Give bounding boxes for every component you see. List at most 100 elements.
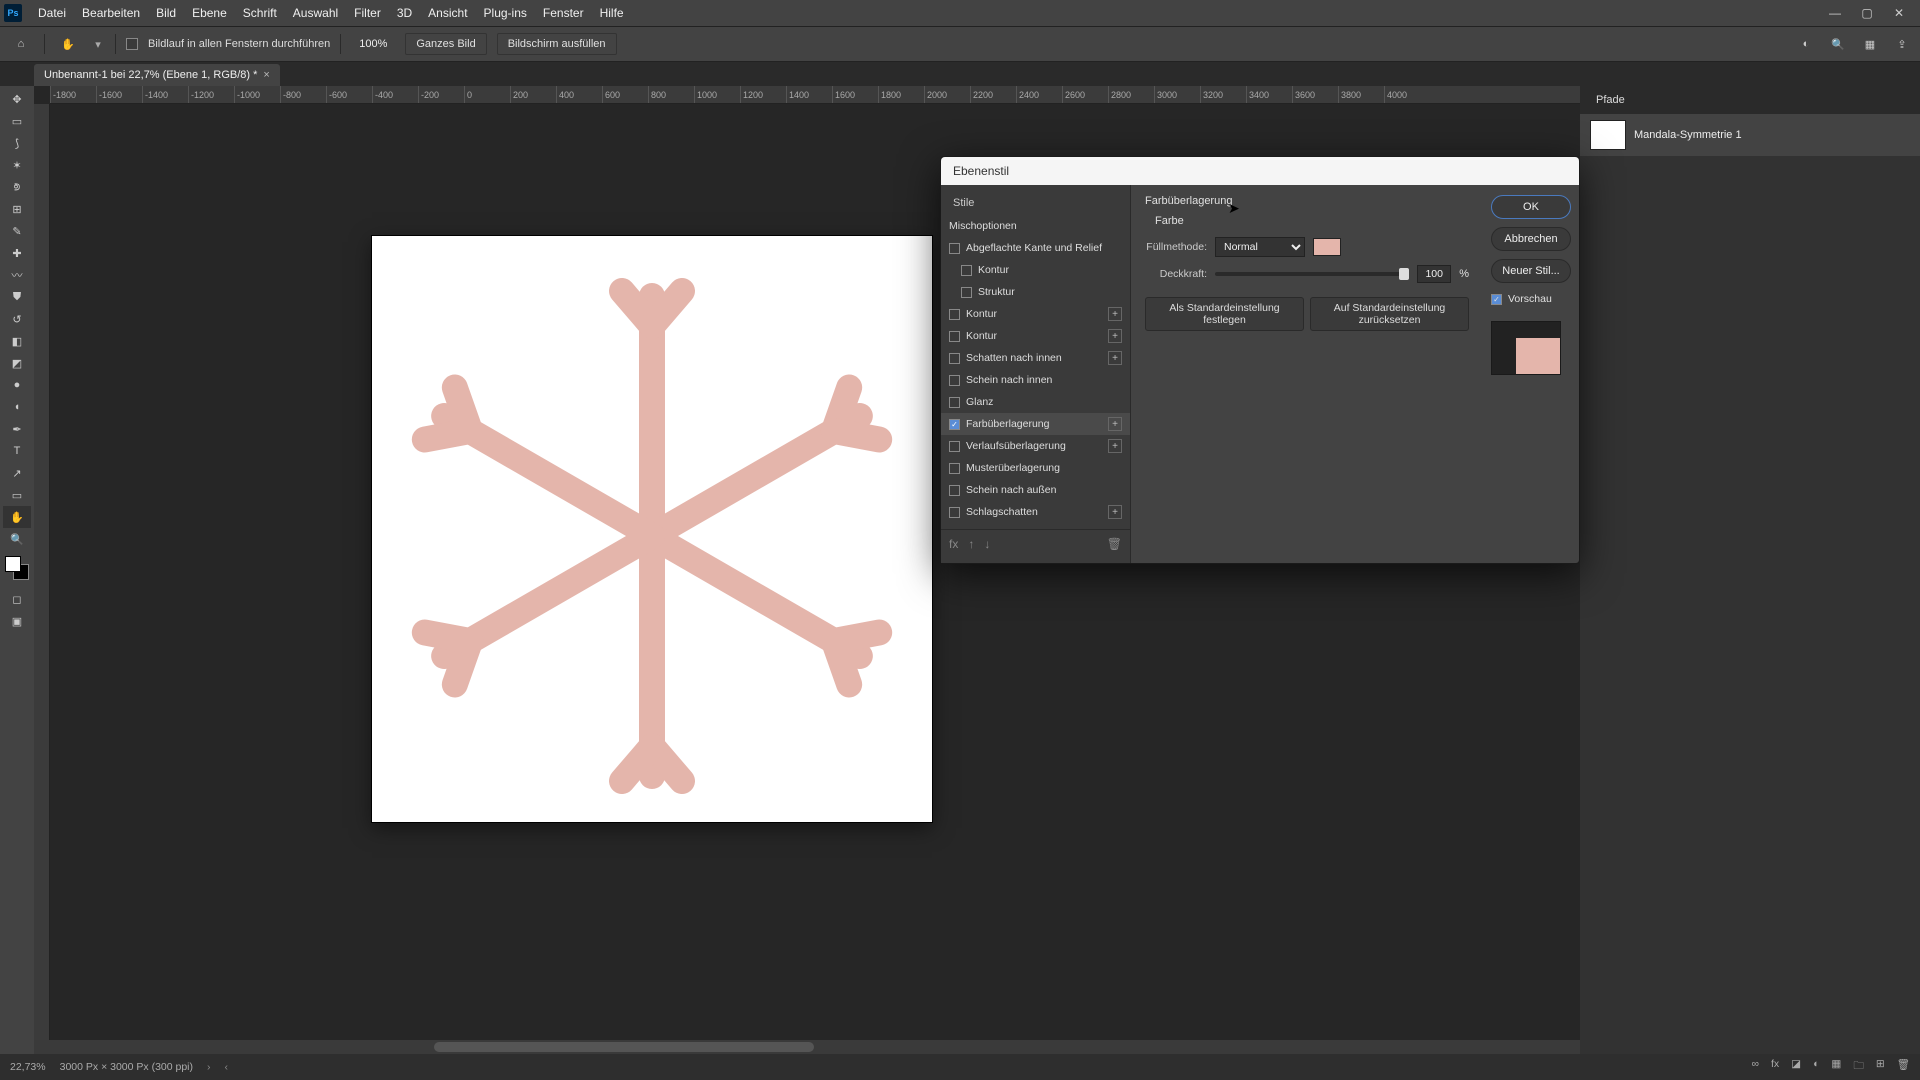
paths-panel-tab[interactable]: Pfade: [1580, 86, 1920, 114]
type-tool-icon[interactable]: T: [3, 440, 31, 462]
add-effect-icon[interactable]: +: [1108, 351, 1122, 365]
effect-row[interactable]: Abgeflachte Kante und Relief: [941, 237, 1130, 259]
menu-item[interactable]: Auswahl: [285, 2, 346, 24]
menu-item[interactable]: Plug-ins: [476, 2, 535, 24]
effect-checkbox[interactable]: [961, 265, 972, 276]
dodge-tool-icon[interactable]: ◖: [3, 396, 31, 418]
minimize-icon[interactable]: —: [1828, 6, 1842, 20]
stamp-tool-icon[interactable]: ⛊: [3, 286, 31, 308]
fit-screen-button[interactable]: Ganzes Bild: [405, 33, 486, 55]
up-icon[interactable]: ↑: [968, 537, 974, 551]
effect-row[interactable]: Struktur: [941, 281, 1130, 303]
screenmode-icon[interactable]: ▣: [3, 610, 31, 632]
add-effect-icon[interactable]: +: [1108, 329, 1122, 343]
close-icon[interactable]: ✕: [1892, 6, 1906, 20]
effect-row[interactable]: ✓Farbüberlagerung+: [941, 413, 1130, 435]
zoom-tool-icon[interactable]: 🔍: [3, 528, 31, 550]
path-item[interactable]: Mandala-Symmetrie 1: [1580, 114, 1920, 156]
zoom-100-button[interactable]: 100%: [351, 36, 395, 52]
status-icon[interactable]: ∞: [1751, 1058, 1759, 1076]
hand-tool-icon[interactable]: ✋: [55, 31, 81, 57]
status-icon[interactable]: 🗑: [1897, 1058, 1910, 1076]
opacity-input[interactable]: [1417, 265, 1451, 283]
heal-tool-icon[interactable]: ✚: [3, 242, 31, 264]
maximize-icon[interactable]: ▢: [1860, 6, 1874, 20]
add-effect-icon[interactable]: +: [1108, 417, 1122, 431]
effect-row[interactable]: Kontur+: [941, 303, 1130, 325]
tool-preset-dropdown-icon[interactable]: ▾: [91, 31, 105, 57]
effect-row[interactable]: Kontur+: [941, 325, 1130, 347]
effect-checkbox[interactable]: [949, 507, 960, 518]
status-icon[interactable]: ◐: [1813, 1058, 1819, 1076]
document-tab[interactable]: Unbenannt-1 bei 22,7% (Ebene 1, RGB/8) *…: [34, 64, 280, 86]
opacity-slider[interactable]: [1215, 272, 1409, 276]
crop-tool-icon[interactable]: ⟄: [3, 176, 31, 198]
ok-button[interactable]: OK: [1491, 195, 1571, 219]
history-brush-tool-icon[interactable]: ↺: [3, 308, 31, 330]
effect-row[interactable]: Schein nach außen: [941, 479, 1130, 501]
preview-checkbox[interactable]: ✓: [1491, 294, 1502, 305]
effect-row[interactable]: Verlaufsüberlagerung+: [941, 435, 1130, 457]
effect-row[interactable]: Kontur: [941, 259, 1130, 281]
effect-checkbox[interactable]: [961, 287, 972, 298]
status-icon[interactable]: ⊞: [1876, 1058, 1885, 1076]
menu-item[interactable]: Bearbeiten: [74, 2, 148, 24]
trash-icon[interactable]: 🗑: [1107, 537, 1122, 551]
effect-checkbox[interactable]: [949, 243, 960, 254]
share-icon[interactable]: ⇪: [1892, 34, 1912, 54]
menu-item[interactable]: Fenster: [535, 2, 592, 24]
add-effect-icon[interactable]: +: [1108, 505, 1122, 519]
add-effect-icon[interactable]: +: [1108, 439, 1122, 453]
fill-screen-button[interactable]: Bildschirm ausfüllen: [497, 33, 617, 55]
make-default-button[interactable]: Als Standardeinstellung festlegen: [1145, 297, 1304, 331]
effect-checkbox[interactable]: [949, 331, 960, 342]
home-icon[interactable]: ⌂: [8, 31, 34, 57]
wand-tool-icon[interactable]: ✶: [3, 154, 31, 176]
effect-checkbox[interactable]: [949, 485, 960, 496]
eyedropper-tool-icon[interactable]: ✎: [3, 220, 31, 242]
search-icon[interactable]: 🔍: [1828, 34, 1848, 54]
menu-item[interactable]: Filter: [346, 2, 389, 24]
cancel-button[interactable]: Abbrechen: [1491, 227, 1571, 251]
document-canvas[interactable]: [372, 236, 932, 822]
menu-item[interactable]: 3D: [389, 2, 420, 24]
menu-item[interactable]: Hilfe: [592, 2, 632, 24]
status-icon[interactable]: ◪: [1791, 1058, 1801, 1076]
quickmask-icon[interactable]: ◻: [3, 588, 31, 610]
blend-options-row[interactable]: Mischoptionen: [941, 215, 1130, 237]
path-tool-icon[interactable]: ↗: [3, 462, 31, 484]
eraser-tool-icon[interactable]: ◧: [3, 330, 31, 352]
effect-row[interactable]: Schlagschatten+: [941, 501, 1130, 523]
lasso-tool-icon[interactable]: ⟆: [3, 132, 31, 154]
horizontal-scrollbar[interactable]: [34, 1040, 1580, 1054]
cloud-icon[interactable]: ◐: [1796, 34, 1816, 54]
close-tab-icon[interactable]: ×: [263, 69, 269, 81]
status-icon[interactable]: fx: [1771, 1058, 1779, 1076]
effect-checkbox[interactable]: [949, 441, 960, 452]
blur-tool-icon[interactable]: ●: [3, 374, 31, 396]
color-swatches[interactable]: [5, 556, 29, 580]
menu-item[interactable]: Schrift: [235, 2, 285, 24]
styles-header[interactable]: Stile: [941, 191, 1130, 215]
add-effect-icon[interactable]: +: [1108, 307, 1122, 321]
effect-row[interactable]: Musterüberlagerung: [941, 457, 1130, 479]
down-icon[interactable]: ↓: [984, 537, 990, 551]
status-zoom[interactable]: 22,73%: [10, 1061, 46, 1073]
menu-item[interactable]: Ansicht: [420, 2, 475, 24]
effect-checkbox[interactable]: [949, 397, 960, 408]
scroll-all-checkbox[interactable]: [126, 38, 138, 50]
workspace-icon[interactable]: ▦: [1860, 34, 1880, 54]
effect-row[interactable]: Glanz: [941, 391, 1130, 413]
effect-checkbox[interactable]: [949, 309, 960, 320]
move-tool-icon[interactable]: ✥: [3, 88, 31, 110]
effect-checkbox[interactable]: ✓: [949, 419, 960, 430]
new-style-button[interactable]: Neuer Stil...: [1491, 259, 1571, 283]
menu-item[interactable]: Ebene: [184, 2, 235, 24]
brush-tool-icon[interactable]: 〰: [3, 264, 31, 286]
status-icon[interactable]: 🗀: [1853, 1058, 1864, 1076]
gradient-tool-icon[interactable]: ◩: [3, 352, 31, 374]
effect-row[interactable]: Schein nach innen: [941, 369, 1130, 391]
frame-tool-icon[interactable]: ⊞: [3, 198, 31, 220]
marquee-tool-icon[interactable]: ▭: [3, 110, 31, 132]
menu-item[interactable]: Bild: [148, 2, 184, 24]
